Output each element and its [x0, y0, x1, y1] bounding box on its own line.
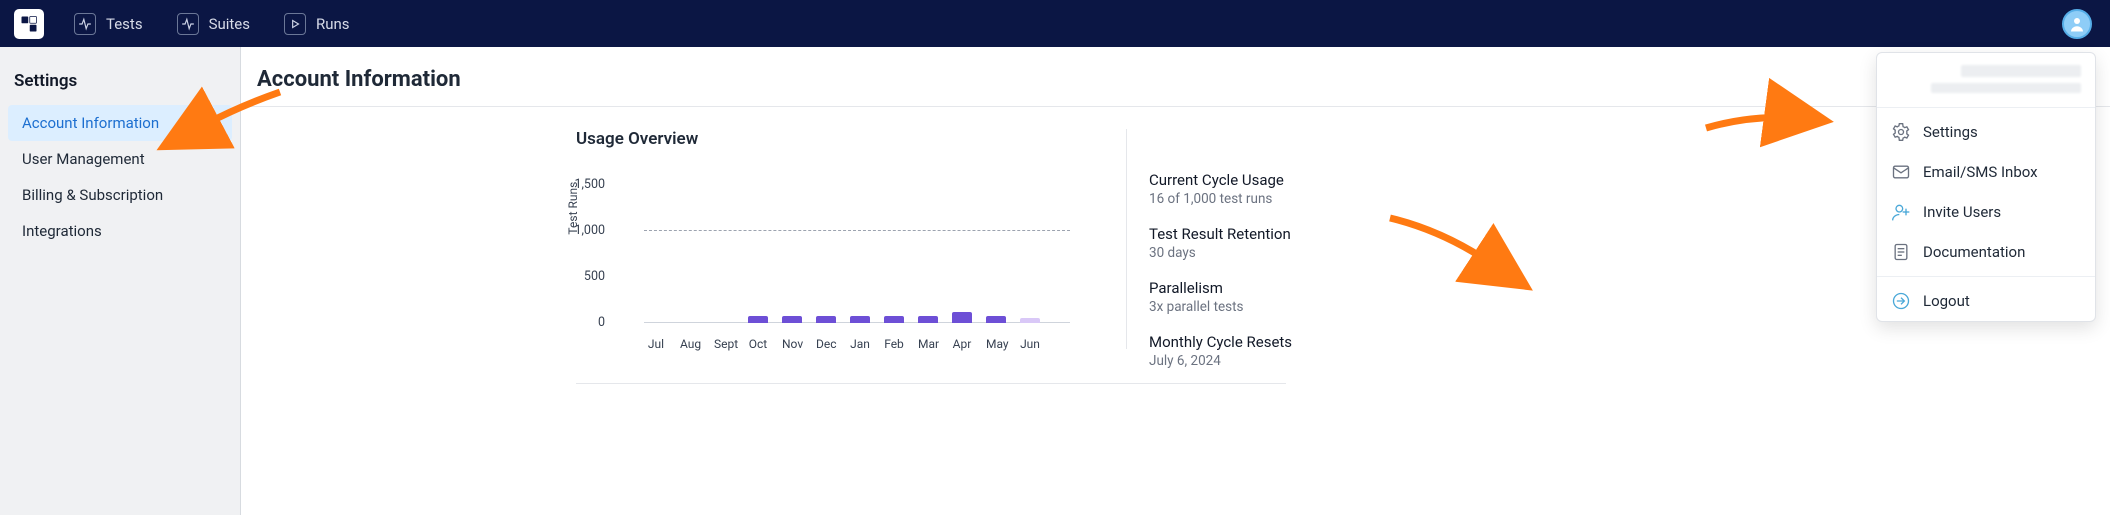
menu-item-invite[interactable]: Invite Users	[1877, 192, 2095, 232]
bar	[986, 316, 1006, 323]
user-plus-icon	[1891, 202, 1911, 222]
settings-sidebar: Settings Account InformationUser Managem…	[0, 47, 240, 515]
stat-sub: 3x parallel tests	[1149, 299, 1426, 315]
menu-item-label: Invite Users	[1923, 203, 2001, 221]
menu-item-label: Email/SMS Inbox	[1923, 163, 2038, 181]
sidebar-item-account-information[interactable]: Account Information	[8, 105, 232, 141]
x-tick-label: Feb	[884, 337, 904, 351]
usage-stats: Current Cycle Usage 16 of 1,000 test run…	[1126, 129, 1426, 349]
stat-parallelism: Parallelism 3x parallel tests	[1149, 279, 1426, 315]
stat-current-cycle: Current Cycle Usage 16 of 1,000 test run…	[1149, 171, 1426, 207]
stat-title: Monthly Cycle Resets	[1149, 333, 1426, 351]
x-tick-label: Jun	[1020, 337, 1040, 351]
mail-icon	[1891, 162, 1911, 182]
user-dropdown-menu: Settings Email/SMS Inbox Invite Users Do…	[1876, 52, 2096, 322]
nav-runs[interactable]: Runs	[284, 13, 350, 35]
x-tick-label: Oct	[748, 337, 768, 351]
chart-title: Usage Overview	[576, 129, 1076, 149]
x-tick-label: Dec	[816, 337, 836, 351]
bar	[850, 316, 870, 323]
user-email-redacted	[1931, 83, 2081, 93]
top-navbar: Tests Suites Runs	[0, 0, 2110, 47]
logo-icon	[20, 15, 38, 33]
x-tick-label: Apr	[952, 337, 972, 351]
y-tick-label: 1,500	[574, 177, 605, 192]
content-area: Settings Account InformationUser Managem…	[0, 47, 2110, 515]
stat-title: Current Cycle Usage	[1149, 171, 1426, 189]
stat-title: Test Result Retention	[1149, 225, 1426, 243]
document-icon	[1891, 242, 1911, 262]
pulse-icon	[177, 13, 199, 35]
user-name-redacted	[1961, 65, 2081, 77]
nav-suites[interactable]: Suites	[177, 13, 250, 35]
main-panel: Account Information Usage Overview Test …	[240, 47, 2110, 515]
nav-tests[interactable]: Tests	[74, 13, 143, 35]
menu-item-inbox[interactable]: Email/SMS Inbox	[1877, 152, 2095, 192]
menu-item-docs[interactable]: Documentation	[1877, 232, 2095, 272]
bar	[748, 316, 768, 323]
stat-title: Parallelism	[1149, 279, 1426, 297]
y-tick-label: 1,000	[574, 223, 605, 238]
menu-item-settings[interactable]: Settings	[1877, 112, 2095, 152]
usage-chart: Test Runs 05001,0001,500JulAugSeptOctNov…	[610, 171, 1070, 351]
pulse-icon	[74, 13, 96, 35]
gear-icon	[1891, 122, 1911, 142]
app-logo[interactable]	[14, 9, 44, 39]
play-icon	[284, 13, 306, 35]
nav-tests-label: Tests	[106, 15, 143, 33]
x-tick-label: May	[986, 337, 1006, 351]
bar	[952, 312, 972, 323]
y-tick-label: 500	[584, 269, 605, 284]
x-tick-label: Jul	[646, 337, 666, 351]
section-divider	[576, 383, 1286, 384]
stat-sub: 16 of 1,000 test runs	[1149, 191, 1426, 207]
sidebar-item-billing-subscription[interactable]: Billing & Subscription	[8, 177, 232, 213]
bar	[816, 316, 836, 323]
stat-sub: 30 days	[1149, 245, 1426, 261]
stat-sub: July 6, 2024	[1149, 353, 1426, 369]
sidebar-item-user-management[interactable]: User Management	[8, 141, 232, 177]
menu-item-logout[interactable]: Logout	[1877, 281, 2095, 321]
bar	[884, 316, 904, 323]
usage-chart-block: Usage Overview Test Runs 05001,0001,500J…	[576, 129, 1076, 384]
stat-reset: Monthly Cycle Resets July 6, 2024	[1149, 333, 1426, 369]
page-title: Account Information	[241, 47, 2110, 106]
user-menu-header	[1877, 53, 2095, 103]
sidebar-item-integrations[interactable]: Integrations	[8, 213, 232, 249]
user-avatar-button[interactable]	[2062, 9, 2092, 39]
bar	[918, 316, 938, 323]
menu-item-label: Settings	[1923, 123, 1978, 141]
menu-item-label: Logout	[1923, 292, 1970, 310]
x-tick-label: Jan	[850, 337, 870, 351]
nav-suites-label: Suites	[209, 15, 250, 33]
x-tick-label: Nov	[782, 337, 802, 351]
menu-item-label: Documentation	[1923, 243, 2025, 261]
bar	[782, 316, 802, 323]
bar	[1020, 318, 1040, 323]
y-tick-label: 0	[598, 315, 605, 330]
x-tick-label: Sept	[714, 337, 734, 351]
nav-runs-label: Runs	[316, 15, 350, 33]
logout-icon	[1891, 291, 1911, 311]
stat-retention: Test Result Retention 30 days	[1149, 225, 1426, 261]
x-tick-label: Aug	[680, 337, 700, 351]
sidebar-title: Settings	[0, 71, 240, 105]
user-icon	[2068, 15, 2086, 33]
x-tick-label: Mar	[918, 337, 938, 351]
